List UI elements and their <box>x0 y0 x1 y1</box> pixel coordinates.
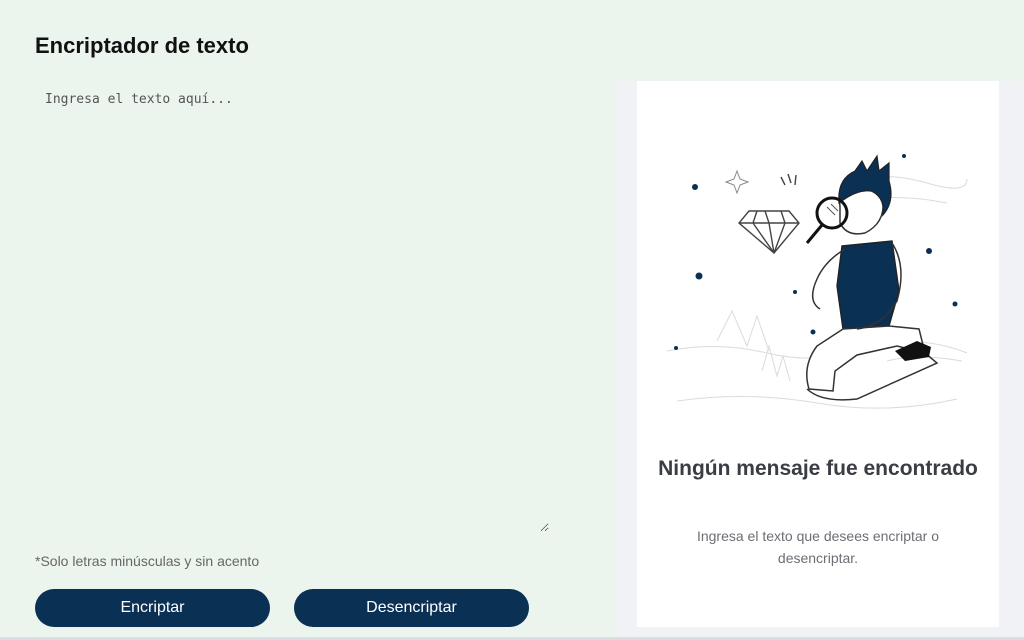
output-panel: Ningún mensaje fue encontrado Ingresa el… <box>637 81 999 627</box>
empty-state-description: Ingresa el texto que desees encriptar o … <box>696 528 940 566</box>
page-title: Encriptador de texto <box>35 33 249 58</box>
input-hint: *Solo letras minúsculas y sin acento <box>35 553 260 569</box>
empty-state-title: Ningún mensaje fue encontrado <box>658 457 978 480</box>
decrypt-button[interactable]: Desencriptar <box>294 589 529 627</box>
person-magnifier-illustration <box>666 154 968 409</box>
text-input[interactable] <box>35 84 549 532</box>
encrypt-button[interactable]: Encriptar <box>35 589 270 627</box>
